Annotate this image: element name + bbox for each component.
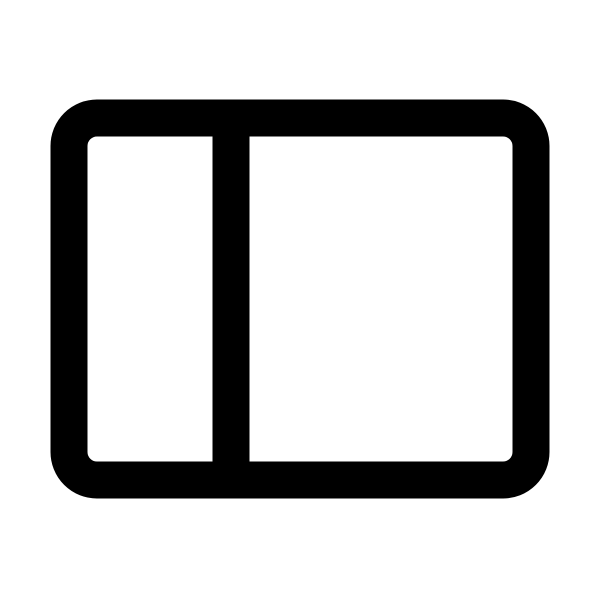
icon-canvas (0, 0, 600, 600)
window-frame-outline (50, 99, 550, 499)
sidebar-layout-icon (50, 99, 550, 499)
